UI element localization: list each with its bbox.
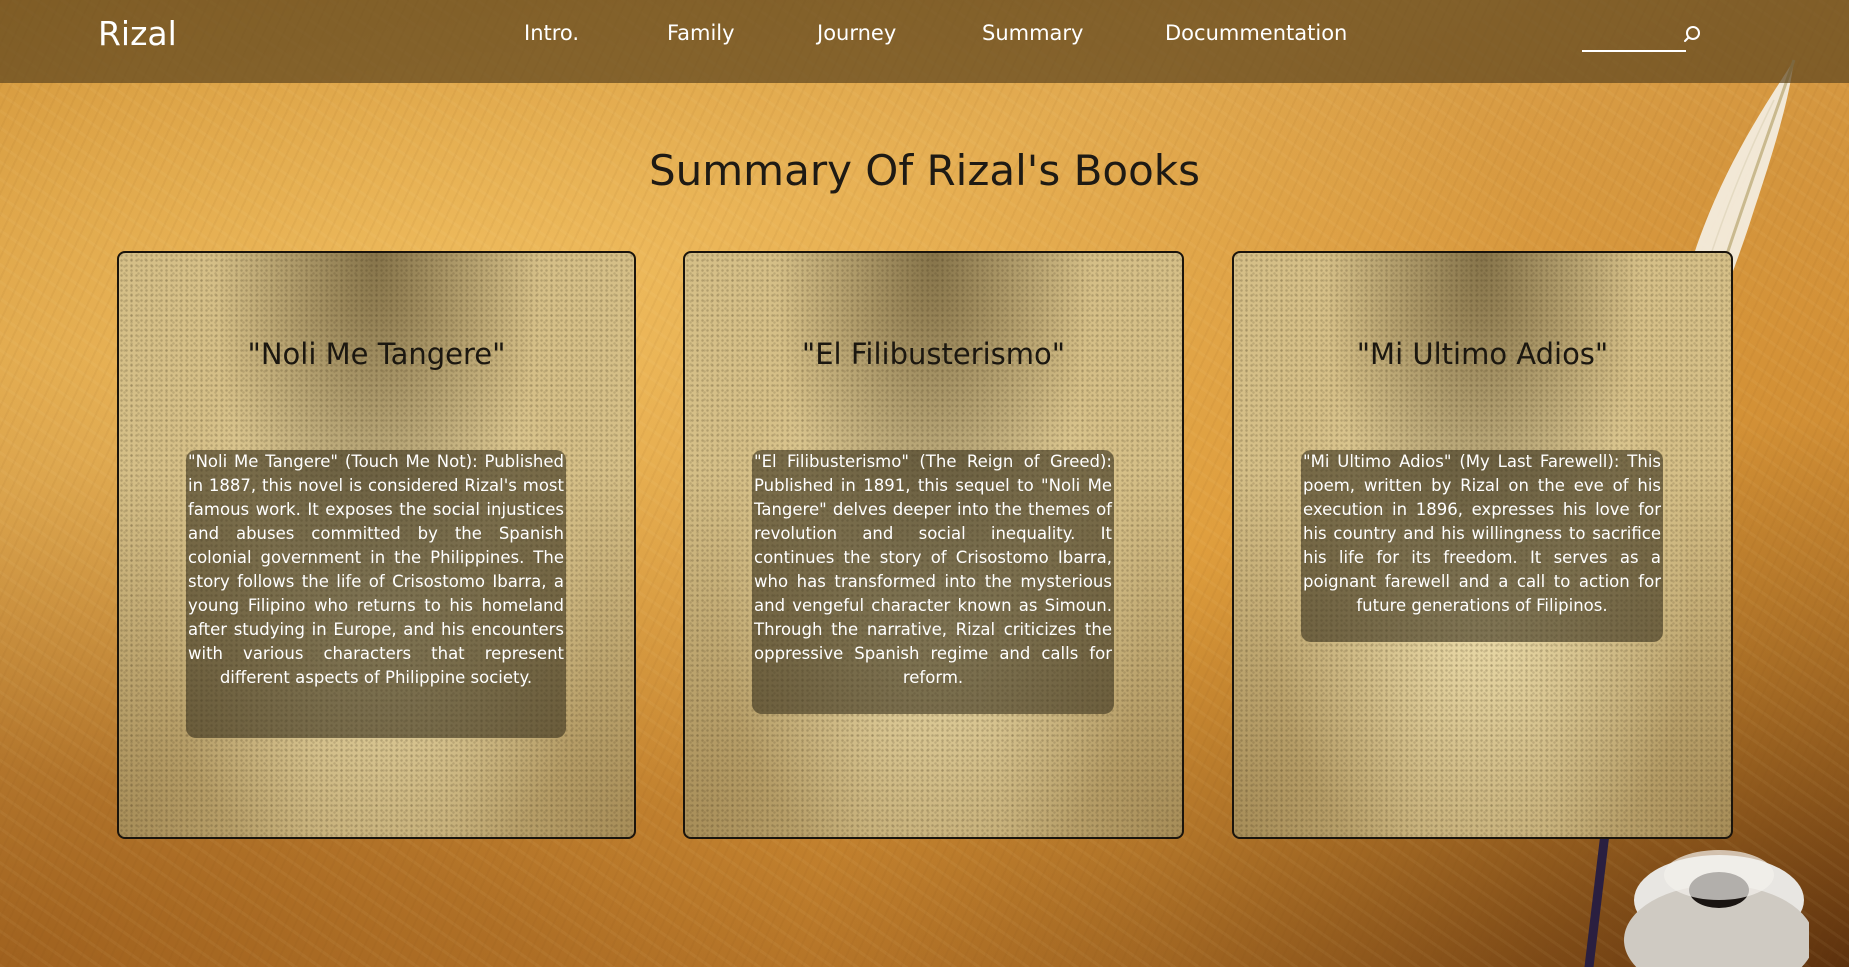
page-title: Summary Of Rizal's Books <box>648 146 1200 195</box>
top-navbar: Rizal Intro. Family Journey Summary Docu… <box>0 0 1849 83</box>
brand-logo[interactable]: Rizal <box>98 14 177 53</box>
card-summary: "Mi Ultimo Adios" (My Last Farewell): Th… <box>1301 450 1663 642</box>
book-card-fili: "El Filibusterismo" "El Filibusterismo" … <box>683 251 1184 839</box>
nav-item-journey[interactable]: Journey <box>817 21 896 45</box>
card-title: "Mi Ultimo Adios" <box>1356 337 1609 371</box>
card-title: "El Filibusterismo" <box>801 337 1066 371</box>
nav-item-family[interactable]: Family <box>667 21 735 45</box>
nav-item-documentation[interactable]: Docummentation <box>1165 21 1347 45</box>
card-summary: "Noli Me Tangere" (Touch Me Not): Publis… <box>186 450 566 738</box>
search-input[interactable] <box>1582 24 1686 52</box>
nav-item-intro[interactable]: Intro. <box>524 21 579 45</box>
search-icon[interactable] <box>1684 24 1706 46</box>
card-summary: "El Filibusterismo" (The Reign of Greed)… <box>752 450 1114 714</box>
nav-item-summary[interactable]: Summary <box>982 21 1083 45</box>
book-card-adios: "Mi Ultimo Adios" "Mi Ultimo Adios" (My … <box>1232 251 1733 839</box>
book-card-noli: "Noli Me Tangere" "Noli Me Tangere" (Tou… <box>117 251 636 839</box>
search-box <box>1582 24 1702 52</box>
card-title: "Noli Me Tangere" <box>247 337 506 371</box>
